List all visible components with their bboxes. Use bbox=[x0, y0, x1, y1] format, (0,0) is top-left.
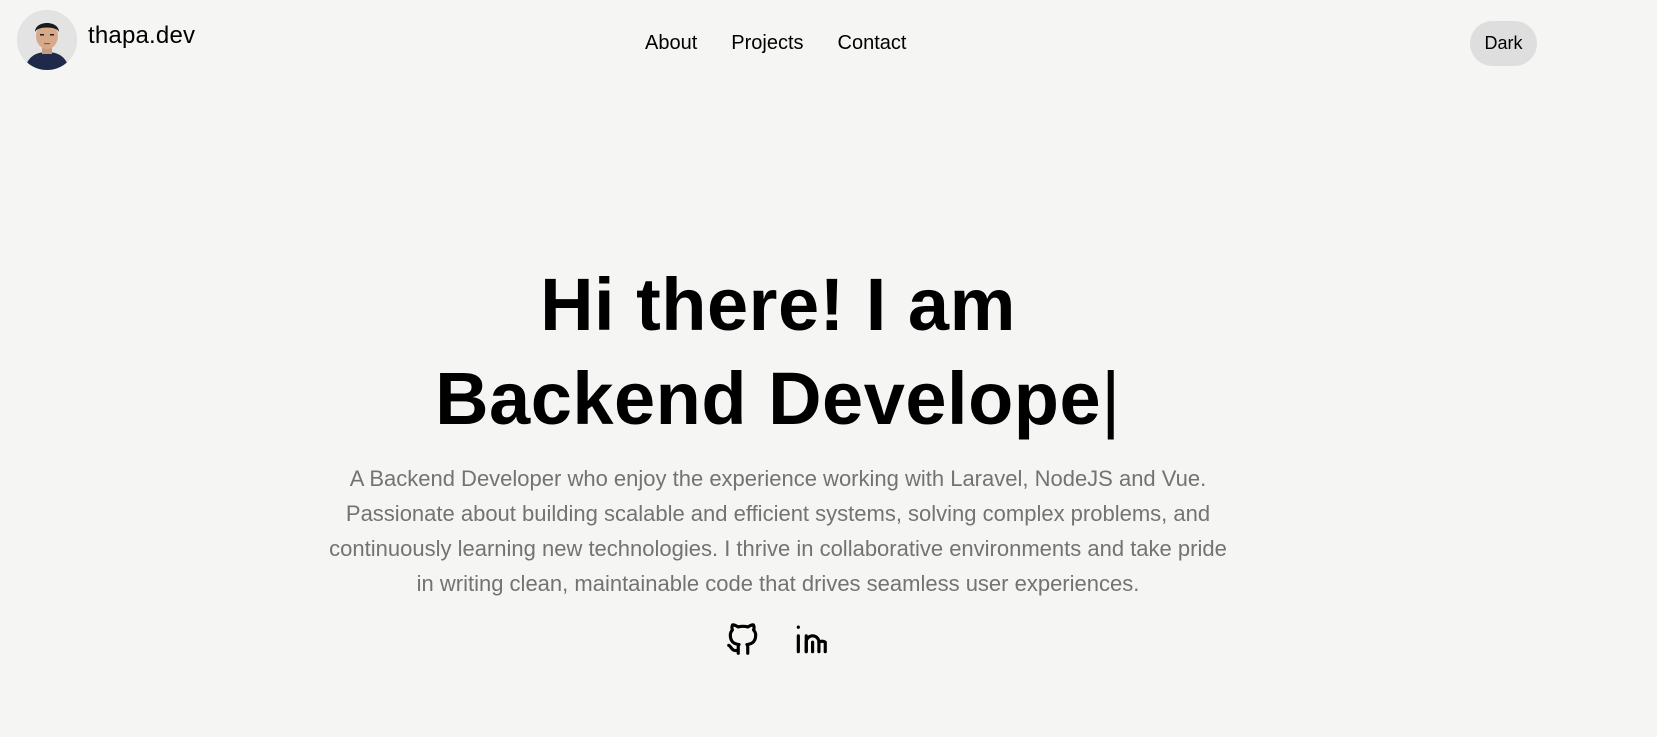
typing-caret: | bbox=[1101, 357, 1121, 440]
hero-title-line2: Backend Develope| bbox=[0, 352, 1556, 446]
typed-role-text: Backend Develope bbox=[435, 357, 1102, 440]
brand-name: thapa.dev bbox=[88, 22, 196, 49]
github-link[interactable] bbox=[724, 620, 762, 658]
hero-description: A Backend Developer who enjoy the experi… bbox=[329, 466, 1227, 596]
github-icon bbox=[727, 623, 758, 655]
nav-link-contact[interactable]: Contact bbox=[838, 32, 907, 55]
hero-title-line1: Hi there! I am bbox=[540, 263, 1016, 346]
hero-title: Hi there! I am Backend Develope| bbox=[0, 258, 1556, 446]
page: thapa.dev About Projects Contact Dark Hi… bbox=[0, 0, 1657, 737]
theme-toggle-button[interactable]: Dark bbox=[1470, 21, 1537, 66]
avatar bbox=[17, 10, 77, 70]
linkedin-icon bbox=[796, 625, 827, 654]
brand-link[interactable]: thapa.dev bbox=[17, 10, 195, 70]
linkedin-link[interactable] bbox=[792, 620, 830, 658]
nav-link-projects[interactable]: Projects bbox=[731, 32, 803, 55]
social-links bbox=[724, 620, 830, 658]
nav-link-about[interactable]: About bbox=[645, 32, 697, 55]
main-nav: About Projects Contact bbox=[645, 32, 906, 55]
